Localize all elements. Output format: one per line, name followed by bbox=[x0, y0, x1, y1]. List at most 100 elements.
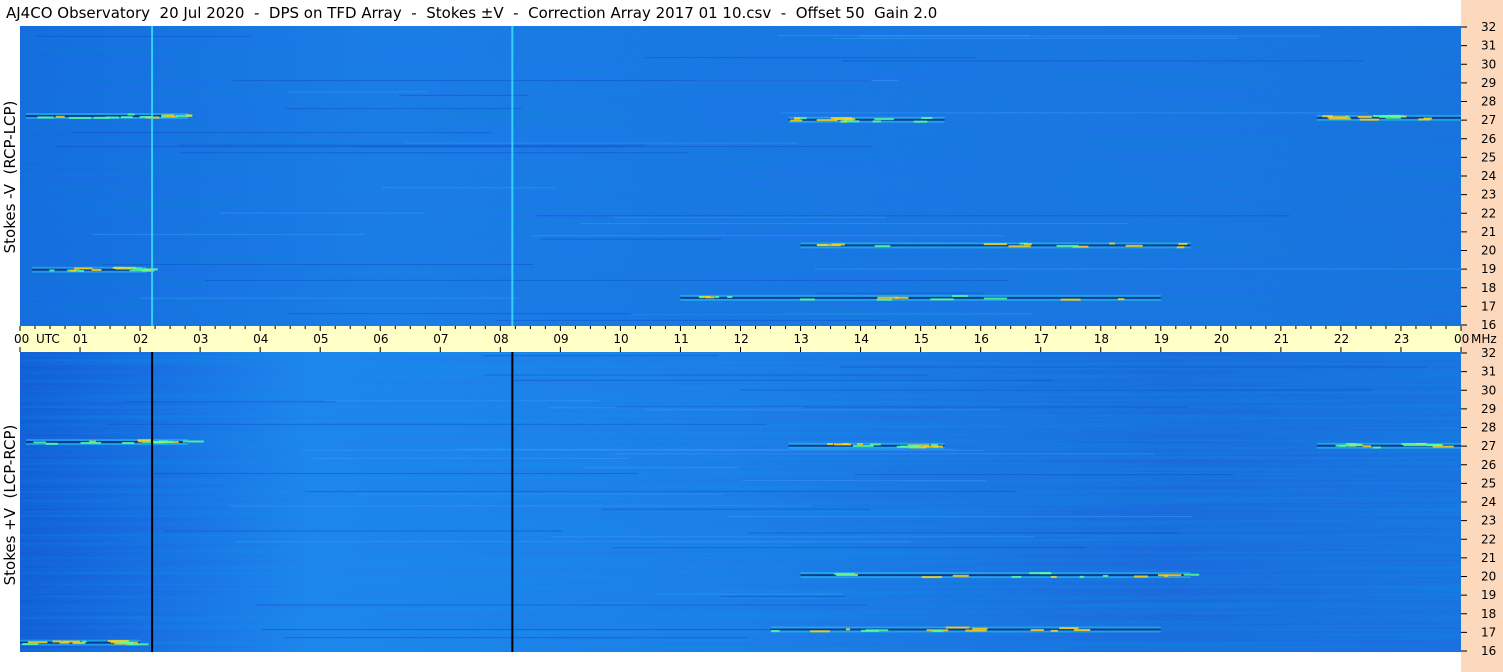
interference-line bbox=[781, 112, 1368, 114]
time-tick-label: 14 bbox=[854, 332, 869, 346]
interference-line bbox=[614, 453, 1155, 455]
interference-line bbox=[305, 491, 1017, 493]
burst-fleck bbox=[82, 640, 87, 643]
vertical-marker-line bbox=[151, 26, 154, 326]
burst-fleck bbox=[865, 629, 889, 632]
interference-line bbox=[405, 142, 798, 144]
interference-line bbox=[484, 374, 929, 376]
interference-line bbox=[839, 366, 1427, 368]
time-tick-label: 04 bbox=[253, 332, 268, 346]
time-tick-label: 09 bbox=[553, 332, 568, 346]
burst-fleck bbox=[127, 113, 135, 116]
interference-line bbox=[256, 604, 867, 606]
burst-fleck bbox=[1008, 245, 1031, 248]
interference-line bbox=[398, 94, 529, 96]
burst-fleck bbox=[1019, 242, 1028, 245]
interference-line bbox=[859, 35, 1321, 37]
burst-fleck bbox=[1178, 242, 1188, 245]
interference-line bbox=[261, 629, 806, 631]
burst-fleck bbox=[952, 574, 969, 577]
interference-line bbox=[842, 60, 1364, 62]
burst-fleck bbox=[816, 119, 838, 122]
burst-fleck bbox=[1073, 628, 1091, 631]
burst-fleck bbox=[70, 269, 77, 272]
time-tick-label: 10 bbox=[613, 332, 628, 346]
burst-fleck bbox=[120, 116, 133, 119]
burst-fleck bbox=[37, 116, 54, 119]
time-tick-label: 17 bbox=[1034, 332, 1049, 346]
frequency-tick-label: 29 bbox=[1481, 402, 1496, 416]
interference-line bbox=[580, 223, 1128, 225]
frequency-tick-label: 27 bbox=[1481, 113, 1496, 127]
interference-line bbox=[612, 547, 1086, 549]
time-tick-label: 20 bbox=[1214, 332, 1229, 346]
frequency-tick-label: 28 bbox=[1481, 95, 1496, 109]
burst-fleck bbox=[727, 295, 733, 298]
interference-line bbox=[727, 516, 1192, 518]
top-panel-grain bbox=[20, 26, 1461, 326]
burst-fleck bbox=[1350, 443, 1362, 446]
frequency-tick-label: 26 bbox=[1481, 458, 1496, 472]
burst-streak-core bbox=[788, 118, 945, 121]
time-tick-label: 19 bbox=[1154, 332, 1169, 346]
bottom-panel-grain bbox=[20, 352, 1461, 652]
burst-fleck bbox=[771, 630, 780, 633]
interference-line bbox=[71, 132, 491, 134]
interference-line bbox=[356, 146, 627, 148]
time-tick-label: 01 bbox=[73, 332, 88, 346]
burst-fleck bbox=[921, 576, 942, 579]
burst-fleck bbox=[913, 120, 928, 123]
interference-line bbox=[102, 263, 534, 265]
burst-fleck bbox=[132, 267, 142, 270]
frequency-tick-label: 31 bbox=[1481, 365, 1496, 379]
interference-line bbox=[530, 235, 1004, 237]
frequency-tick-label: 19 bbox=[1481, 588, 1496, 602]
time-tick-label: 03 bbox=[193, 332, 208, 346]
interference-line bbox=[656, 593, 842, 595]
burst-streak-core bbox=[680, 296, 1161, 299]
interference-line bbox=[815, 292, 985, 294]
burst-fleck bbox=[1432, 445, 1454, 448]
burst-fleck bbox=[1359, 118, 1379, 121]
burst-fleck bbox=[1029, 572, 1052, 575]
interference-line bbox=[107, 423, 767, 425]
interference-line bbox=[357, 493, 723, 495]
interference-line bbox=[163, 530, 562, 532]
time-tick-label: 23 bbox=[1394, 332, 1409, 346]
interference-line bbox=[583, 467, 738, 469]
interference-line bbox=[283, 637, 748, 639]
interference-line bbox=[140, 297, 519, 299]
burst-fleck bbox=[22, 643, 39, 646]
frequency-tick-label: 16 bbox=[1481, 644, 1496, 658]
bottom-panel bbox=[20, 352, 1461, 652]
burst-fleck bbox=[139, 115, 153, 118]
frequency-tick-label: 20 bbox=[1481, 244, 1496, 258]
burst-fleck bbox=[122, 442, 135, 445]
time-tick-label: 08 bbox=[493, 332, 508, 346]
burst-fleck bbox=[45, 442, 58, 445]
frequency-unit-label: MHz bbox=[1471, 332, 1497, 346]
burst-fleck bbox=[810, 630, 830, 633]
interference-line bbox=[312, 458, 628, 460]
interference-line bbox=[740, 389, 1373, 391]
interference-line bbox=[645, 409, 1000, 411]
burst-fleck bbox=[965, 629, 987, 632]
burst-fleck bbox=[930, 298, 954, 301]
burst-fleck bbox=[972, 627, 988, 630]
frequency-tick-label: 22 bbox=[1481, 532, 1496, 546]
burst-fleck bbox=[1403, 444, 1428, 447]
burst-fleck bbox=[125, 642, 135, 645]
interference-line bbox=[814, 268, 1461, 270]
burst-fleck bbox=[1050, 575, 1057, 578]
burst-fleck bbox=[185, 114, 193, 117]
burst-fleck bbox=[945, 626, 970, 629]
interference-line bbox=[742, 480, 986, 482]
frequency-tick-label: 18 bbox=[1481, 607, 1496, 621]
interference-line bbox=[124, 401, 337, 403]
burst-fleck bbox=[33, 441, 47, 444]
interference-line bbox=[513, 379, 1054, 381]
burst-fleck bbox=[1134, 575, 1148, 578]
burst-fleck bbox=[1125, 244, 1143, 247]
interference-line bbox=[833, 37, 1238, 39]
burst-fleck bbox=[874, 245, 891, 248]
